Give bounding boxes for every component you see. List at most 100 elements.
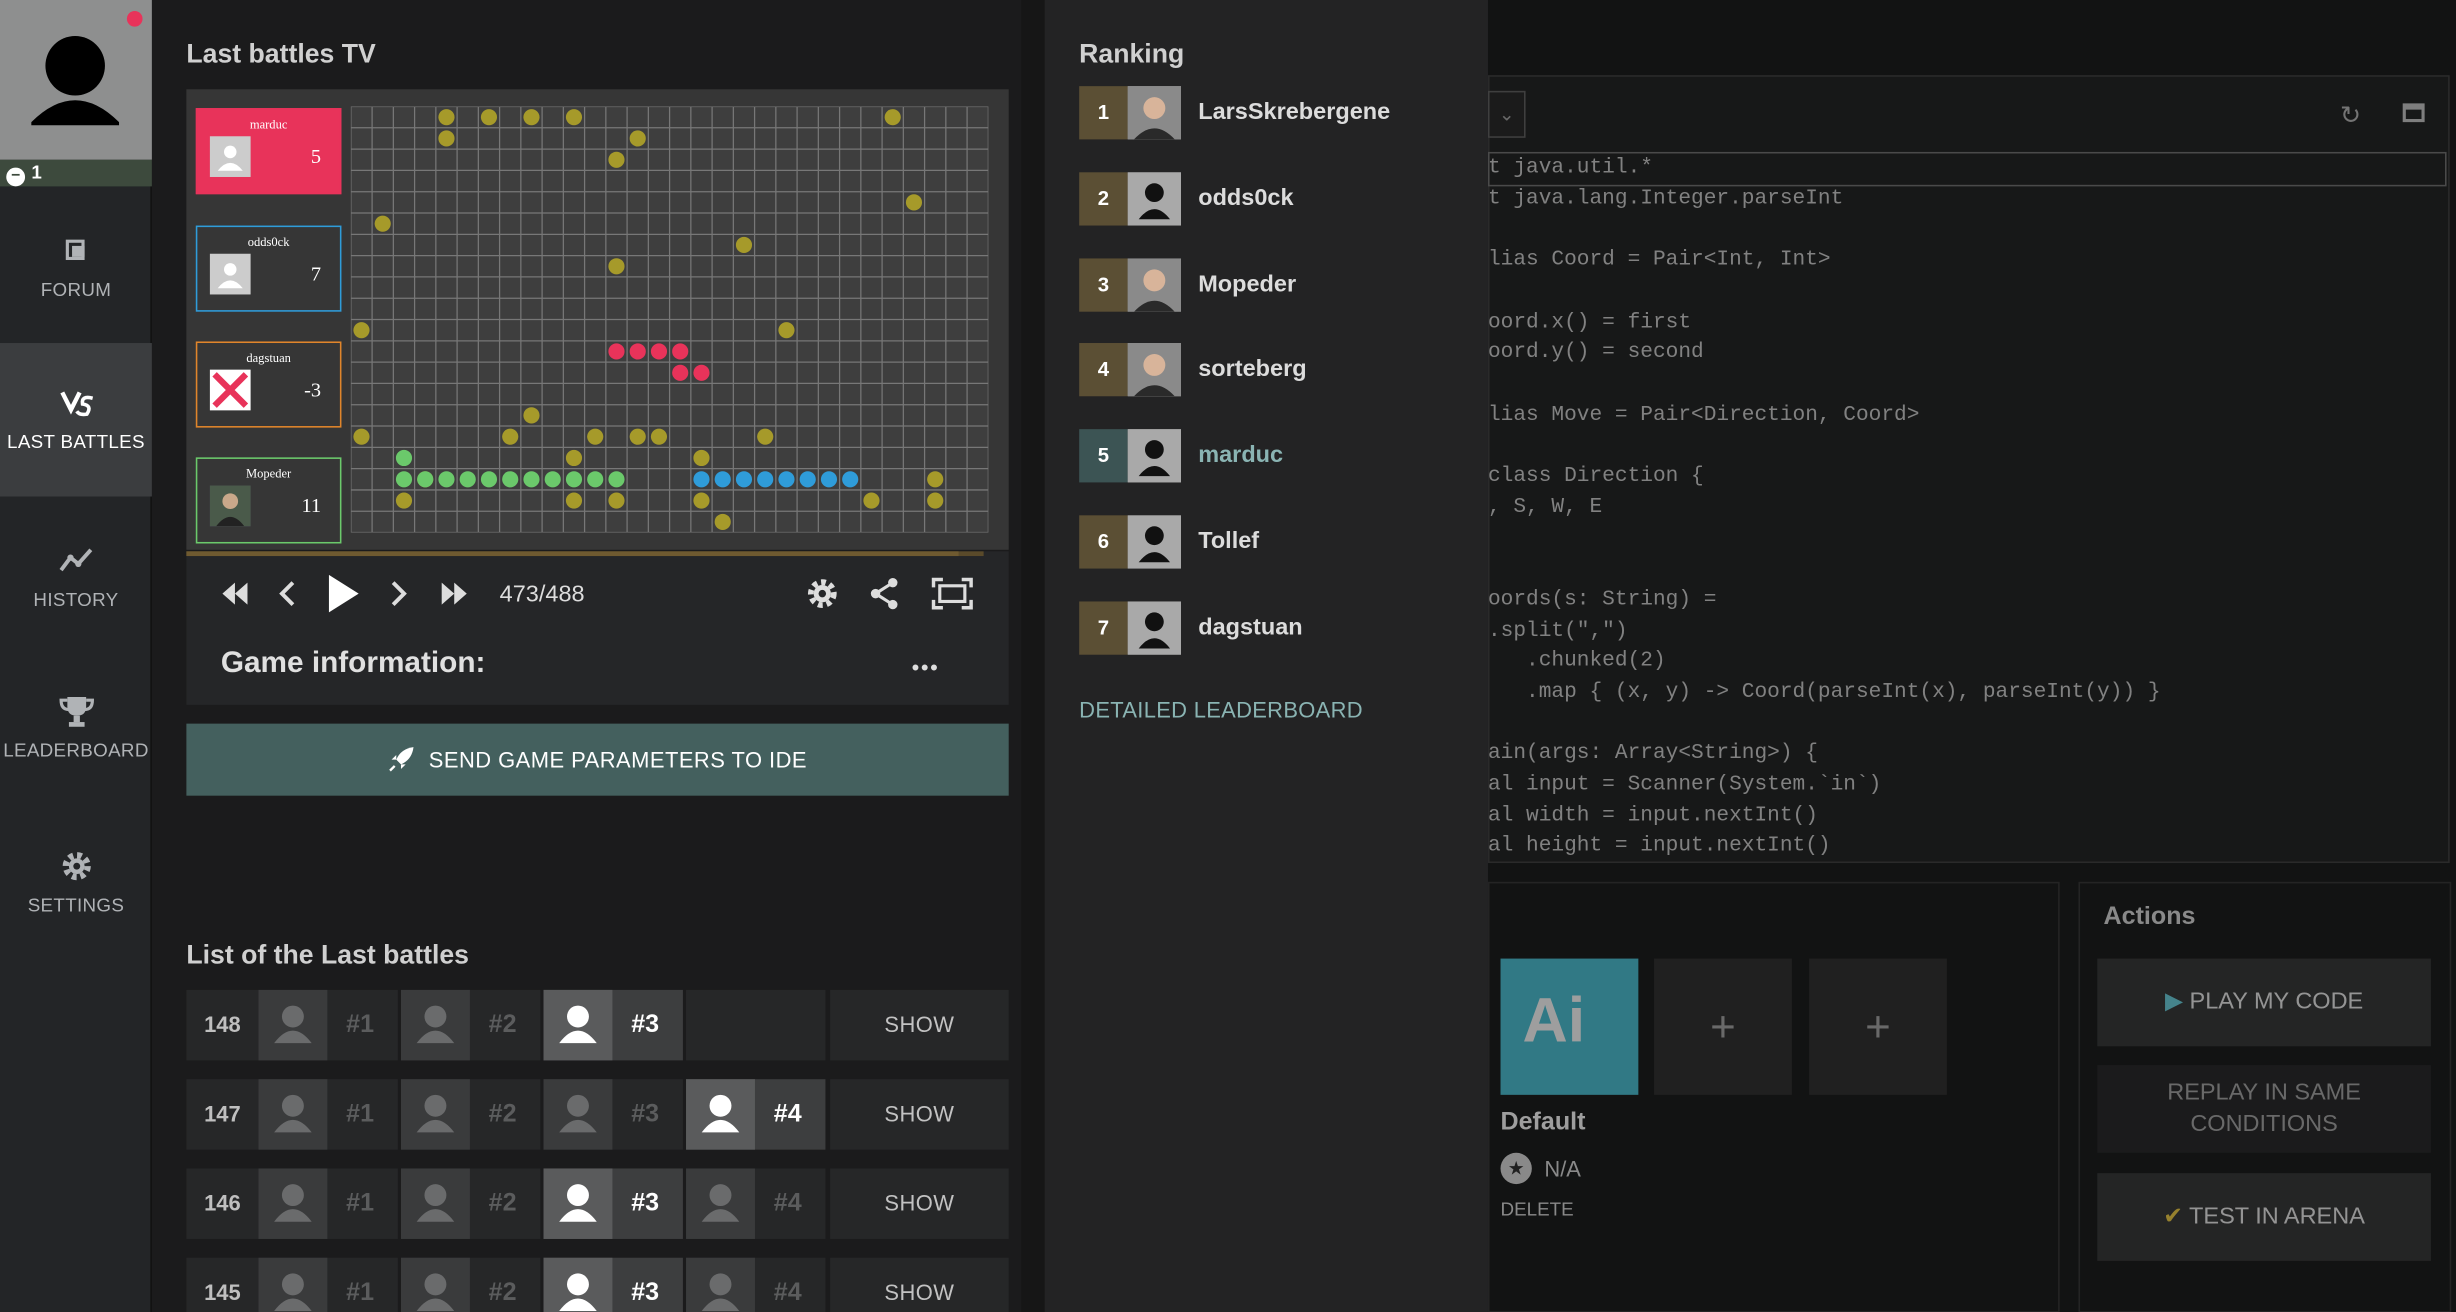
battle-rank: #1 [346,1190,375,1218]
battle-row: 148 #1 #2 #3 SHOW [186,989,1009,1061]
nav-history-label: HISTORY [33,588,119,611]
snake-mopeder-segment [608,471,625,488]
apple-mark [629,428,646,445]
battle-player-slot: #1 [258,1079,398,1150]
battle-rank: #3 [631,1011,660,1039]
snake-mopeder-segment [395,449,413,467]
agents-panel [1487,881,2060,1312]
nav-settings[interactable]: SETTINGS [0,810,152,963]
apple-mark [565,492,583,509]
player-score: 5 [310,144,322,168]
code-line: oord.y() = second [1487,341,1704,366]
refresh-icon[interactable]: ↻ [2340,100,2361,131]
battle-player-slot [686,989,826,1061]
ranking-row[interactable]: 4 sorteberg [1079,343,1471,397]
versus-icon [59,391,93,417]
avatar [258,1168,328,1239]
detailed-leaderboard-link[interactable]: DETAILED LEADERBOARD [1079,697,1363,722]
more-options-icon[interactable]: ••• [912,655,940,680]
avatar [400,989,470,1061]
battle-row: 145 #1 #2 #3 #4 SHOW [186,1257,1009,1312]
ranking-row[interactable]: 6 Tollef [1079,515,1471,569]
panel-scrollbar-track[interactable] [1021,0,1045,1312]
play-icon[interactable] [324,572,362,616]
rank-number: 4 [1079,343,1128,397]
snake-odds0ck-segment [757,471,774,488]
snake-odds0ck-segment [714,471,731,488]
battle-player-slot: #4 [686,1168,826,1239]
avatar [209,136,251,177]
send-game-parameters-button[interactable]: SEND GAME PARAMETERS TO IDE [186,723,1009,796]
nav-forum-label: FORUM [40,278,112,301]
nav-history[interactable]: HISTORY [0,498,152,651]
apple-mark [735,236,753,254]
apple-mark [629,130,646,147]
tv-title: Last battles TV [186,39,376,69]
check-icon: ✔ [2163,1202,2190,1230]
previous-frame-icon[interactable] [276,580,298,608]
share-icon[interactable] [869,576,900,610]
rank-number: 5 [1079,429,1128,483]
last-frame-icon[interactable] [439,580,470,608]
snake-marduc-segment [672,343,689,360]
apple-mark [693,492,710,509]
show-battle-button[interactable]: SHOW [830,989,1009,1061]
fullscreen-icon[interactable] [930,576,974,610]
rank-number: 6 [1079,515,1128,569]
player-card: Mopeder 11 [195,457,342,544]
player-name: sorteberg [1198,356,1307,383]
battle-player-slot: #2 [400,1257,541,1312]
avatar [686,1257,755,1312]
ranking-row[interactable]: 3 Mopeder [1079,257,1471,312]
apple-mark [587,428,604,445]
rocket-icon [388,728,416,800]
avatar [543,1168,613,1239]
apple-mark [523,407,540,424]
battle-rank: #1 [346,1101,375,1128]
ranking-row[interactable]: 1 LarsSkrebergene [1079,86,1471,140]
next-frame-icon[interactable] [388,580,410,608]
player-name: marduc [1198,441,1284,469]
nav-leaderboard[interactable]: LEADERBOARD [0,655,152,808]
gear-icon [61,852,91,881]
chevron-down-icon[interactable]: ⌄ [1487,90,1526,138]
ranking-row[interactable]: 5 marduc [1079,429,1471,483]
apple-mark [395,492,413,509]
replay-button[interactable]: REPLAY IN SAME CONDITIONS [2097,1065,2431,1153]
avatar [258,989,328,1061]
show-battle-button[interactable]: SHOW [830,1257,1009,1312]
apple-mark [905,194,923,211]
add-agent-button[interactable]: + [1809,958,1947,1095]
test-in-arena-button[interactable]: ✔ TEST IN ARENA [2097,1173,2431,1261]
settings-gear-icon[interactable] [805,576,839,610]
battle-row: 147 #1 #2 #3 #4 SHOW [186,1079,1009,1150]
delete-agent-link[interactable]: DELETE [1501,1198,1574,1220]
nav-forum[interactable]: FORUM [0,188,152,341]
frame-counter: 473/488 [499,581,585,608]
snake-mopeder-segment [523,471,540,488]
code-line: .chunked(2) [1487,650,1666,674]
ranking-row[interactable]: 7 dagstuan [1079,601,1471,655]
show-battle-button[interactable]: SHOW [830,1168,1009,1239]
replay-label: REPLAY IN SAME CONDITIONS [2167,1079,2361,1138]
player-name: odds0ck [247,234,290,250]
nav-last-battles[interactable]: LAST BATTLES [0,343,152,497]
level-icon: − [6,167,26,187]
avatar [258,1257,328,1312]
add-agent-button[interactable]: + [1654,958,1792,1095]
play-my-code-button[interactable]: ▶ PLAY MY CODE [2097,958,2431,1047]
ai-agent-card[interactable]: Ai [1500,958,1639,1095]
battle-rank: #2 [488,1011,517,1039]
first-frame-icon[interactable] [219,580,250,608]
apple-mark [502,428,519,445]
show-battle-button[interactable]: SHOW [830,1079,1009,1150]
snake-mopeder-segment [502,471,519,488]
avatar [209,485,251,527]
battle-rank: #2 [488,1279,517,1307]
frame-progress-bar[interactable] [186,551,984,557]
ranking-row[interactable]: 2 odds0ck [1079,171,1471,226]
snake-marduc-segment [608,343,625,360]
apple-mark [374,215,391,232]
maximize-icon[interactable] [2402,103,2425,123]
snake-mopeder-segment [395,471,413,488]
